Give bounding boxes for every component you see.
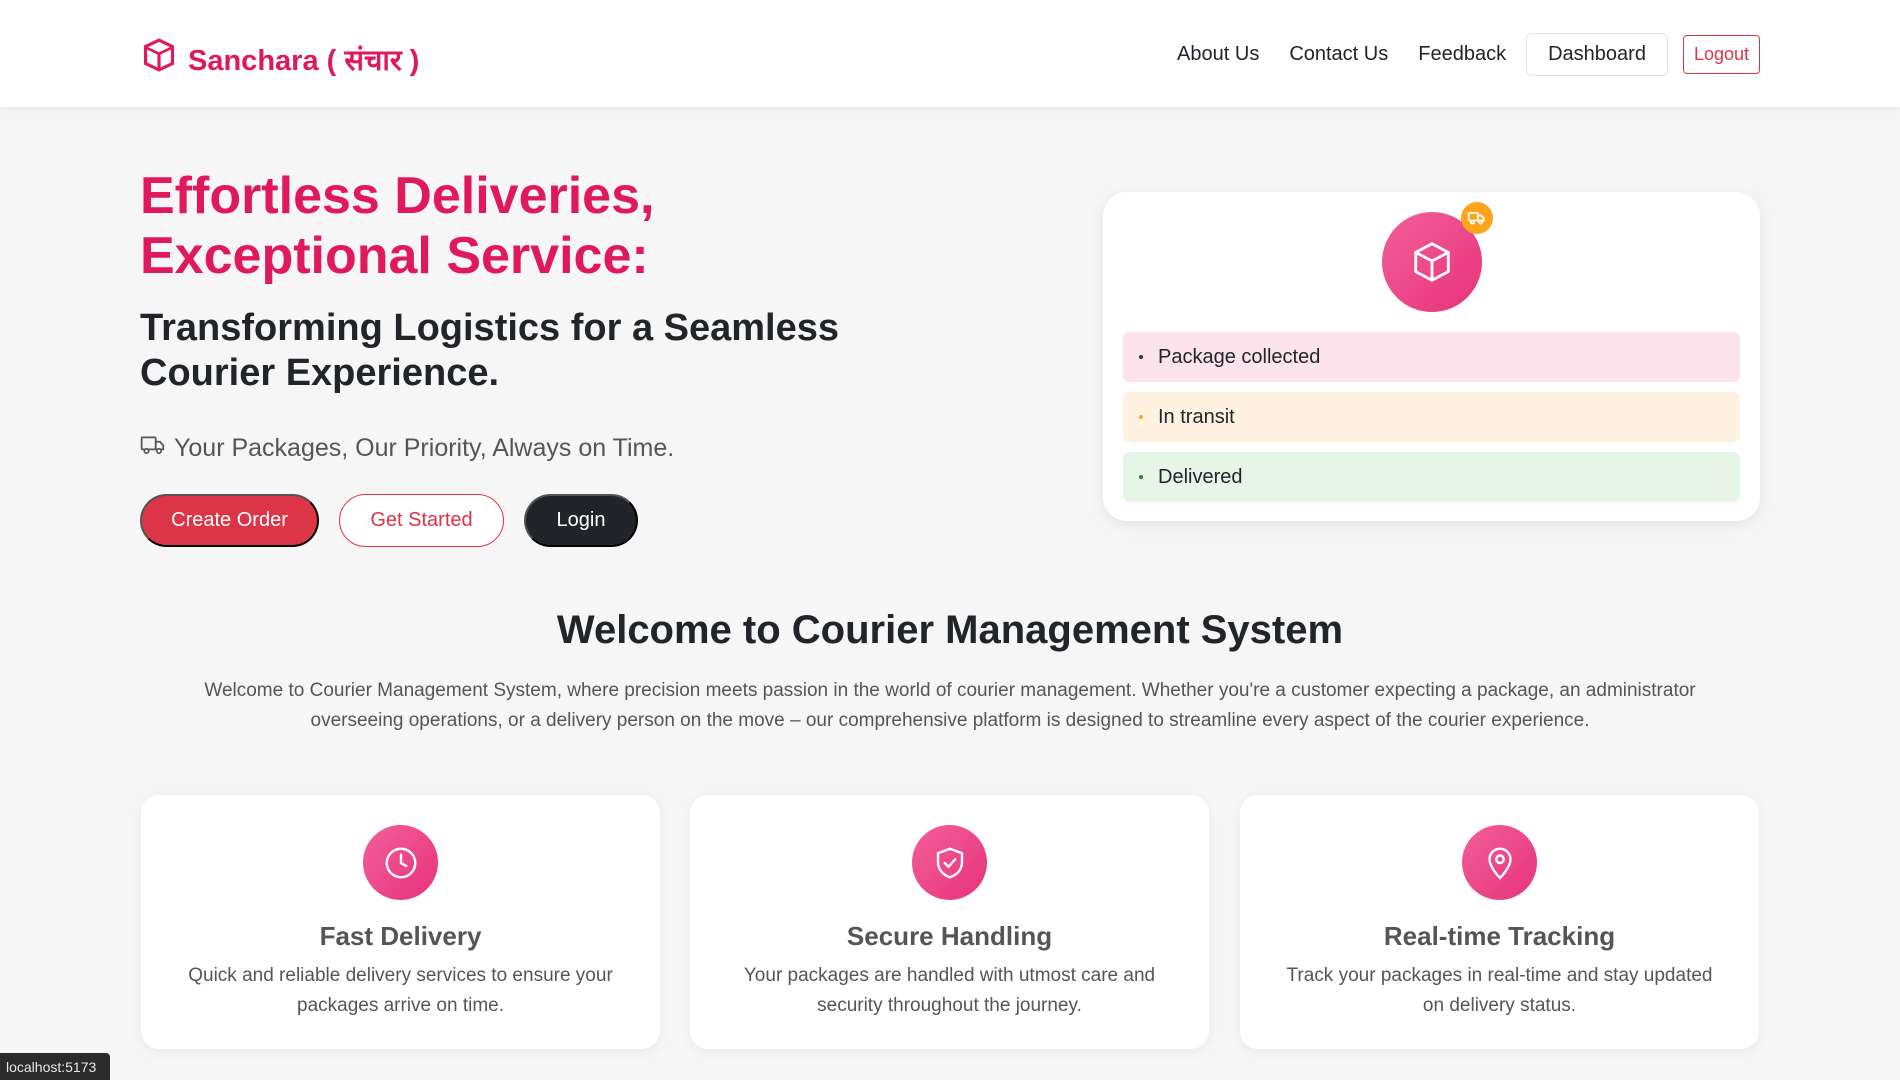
- brand-name: Sanchara ( संचार ): [188, 44, 420, 77]
- status-delivered: Delivered: [1123, 452, 1740, 502]
- hero-subtitle: Transforming Logistics for a Seamless Co…: [140, 307, 839, 394]
- navbar: Sanchara ( संचार ) About Us Contact Us F…: [0, 0, 1900, 107]
- bullet-dot: [1139, 415, 1143, 419]
- brand-logo-link[interactable]: Sanchara ( संचार ): [140, 36, 419, 82]
- nav-contact-us[interactable]: Contact Us: [1274, 35, 1403, 74]
- welcome-text: Welcome to Courier Management System, wh…: [204, 680, 1696, 731]
- create-order-button[interactable]: Create Order: [140, 494, 319, 547]
- tagline-text: Your Packages, Our Priority, Always on T…: [174, 434, 675, 462]
- browser-status-url: localhost:5173: [0, 1053, 110, 1080]
- truck-badge-icon: [1461, 202, 1493, 234]
- welcome-title: Welcome to Courier Management System: [556, 608, 1344, 652]
- status-label: Package collected: [1158, 345, 1321, 368]
- nav-links: About Us Contact Us Feedback Dashboard L…: [1162, 33, 1760, 76]
- login-button[interactable]: Login: [524, 494, 638, 547]
- logout-button[interactable]: Logout: [1682, 35, 1760, 74]
- feature-title: Secure Handling: [846, 921, 1053, 951]
- hero-tagline: Your Packages, Our Priority, Always on T…: [140, 432, 674, 465]
- box-logo-icon: [140, 36, 178, 82]
- feature-description: Quick and reliable delivery services to …: [188, 965, 613, 1016]
- feature-card-fast-delivery: Fast Delivery Quick and reliable deliver…: [141, 795, 660, 1049]
- bullet-dot: [1139, 355, 1143, 359]
- feature-title: Fast Delivery: [319, 921, 482, 951]
- status-label: Delivered: [1158, 465, 1243, 488]
- feature-card-real-time-tracking: Real-time Tracking Track your packages i…: [1240, 795, 1759, 1049]
- shield-icon: [912, 825, 987, 900]
- truck-icon: [140, 432, 166, 465]
- nav-feedback[interactable]: Feedback: [1403, 35, 1521, 74]
- hero-buttons: Create Order Get Started Login: [140, 494, 638, 547]
- feature-title: Real-time Tracking: [1383, 921, 1616, 951]
- status-label: In transit: [1158, 405, 1235, 428]
- hero-title: Effortless Deliveries, Exceptional Servi…: [140, 167, 655, 285]
- delivery-status-card: Package collected In transit Delivered: [1103, 192, 1760, 521]
- bullet-dot: [1139, 475, 1143, 479]
- feature-description: Track your packages in real-time and sta…: [1286, 965, 1713, 1016]
- get-started-button[interactable]: Get Started: [339, 494, 504, 547]
- nav-about-us[interactable]: About Us: [1162, 35, 1274, 74]
- status-in-transit: In transit: [1123, 392, 1740, 442]
- status-package-collected: Package collected: [1123, 332, 1740, 382]
- dashboard-button[interactable]: Dashboard: [1526, 33, 1668, 76]
- feature-description: Your packages are handled with utmost ca…: [743, 965, 1156, 1016]
- location-pin-icon: [1462, 825, 1537, 900]
- clock-icon: [363, 825, 438, 900]
- feature-card-secure-handling: Secure Handling Your packages are handle…: [690, 795, 1209, 1049]
